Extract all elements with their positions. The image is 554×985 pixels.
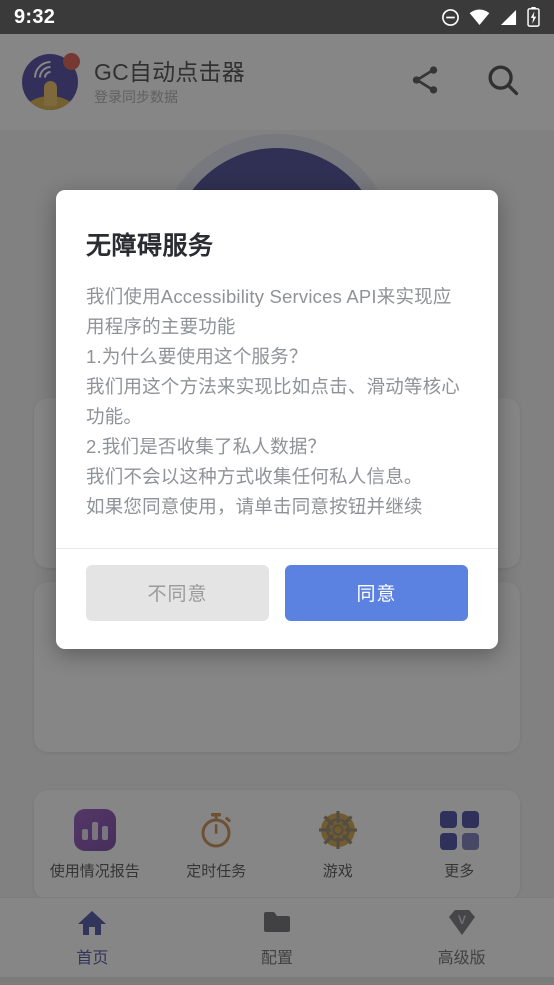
wifi-icon bbox=[469, 9, 490, 26]
dialog-actions: 不同意 同意 bbox=[56, 549, 498, 649]
dialog-paragraph: 1.为什么要使用这个服务？ bbox=[86, 345, 308, 367]
dialog-paragraph: 我们不会以这种方式收集任何私人信息。 bbox=[86, 465, 423, 487]
disagree-button[interactable]: 不同意 bbox=[86, 564, 269, 621]
cellular-signal-icon bbox=[499, 9, 518, 26]
do-not-disturb-icon bbox=[441, 8, 460, 27]
battery-charging-icon bbox=[527, 7, 540, 27]
dialog-paragraph: 如果您同意使用，请单击同意按钮并继续 bbox=[86, 495, 423, 517]
status-icons bbox=[441, 7, 540, 27]
dialog-paragraph: 我们用这个方法来实现比如点击、滑动等核心功能。 bbox=[86, 375, 461, 427]
status-bar: 9:32 bbox=[0, 0, 554, 34]
dialog-paragraph: 2.我们是否收集了私人数据？ bbox=[86, 435, 327, 457]
phone-screen: 使用情况报告 定时任务 bbox=[0, 0, 554, 985]
dialog-body: 我们使用Accessibility Services API来实现应用程序的主要… bbox=[56, 262, 498, 548]
agree-button[interactable]: 同意 bbox=[285, 564, 468, 621]
accessibility-service-dialog: 无障碍服务 我们使用Accessibility Services API来实现应… bbox=[56, 190, 498, 649]
dialog-title: 无障碍服务 bbox=[86, 232, 214, 260]
dialog-paragraph: 我们使用Accessibility Services API来实现应用程序的主要… bbox=[86, 286, 452, 337]
status-time: 9:32 bbox=[14, 5, 56, 28]
